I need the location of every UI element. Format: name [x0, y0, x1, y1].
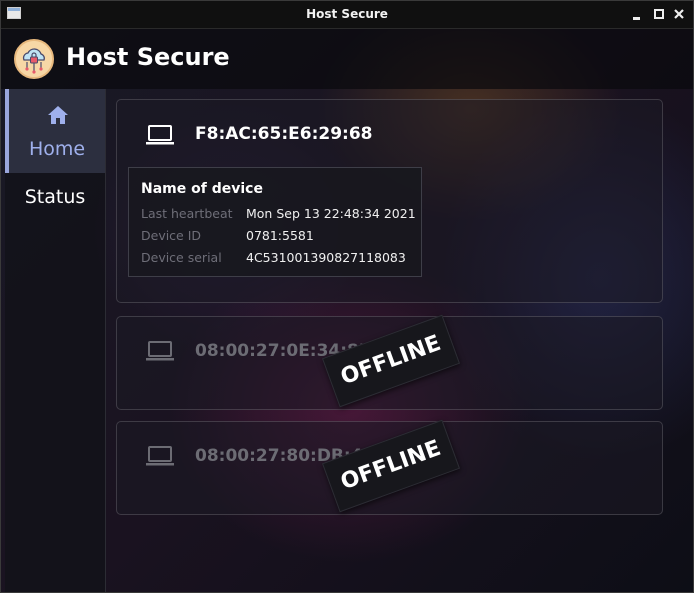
- device-details-tooltip: Name of device Last heartbeat Mon Sep 13…: [128, 167, 422, 277]
- detail-value: 4C531001390827118083: [246, 250, 406, 265]
- close-button[interactable]: [671, 6, 687, 22]
- laptop-icon: [146, 341, 174, 361]
- app-window: Host Secure Host Secure Home Status F8:A…: [0, 0, 694, 593]
- sidebar-item-home[interactable]: Home: [5, 89, 105, 173]
- laptop-icon: [146, 446, 174, 466]
- close-icon: [674, 9, 684, 19]
- app-title: Host Secure: [66, 43, 230, 71]
- sidebar-item-label: Status: [24, 186, 86, 208]
- window-titlebar[interactable]: Host Secure: [1, 1, 693, 29]
- maximize-button[interactable]: [651, 6, 667, 22]
- sidebar-item-label: Home: [28, 138, 86, 160]
- cloud-lock-icon: [14, 39, 54, 79]
- detail-value: 0781:5581: [246, 228, 314, 243]
- main-content: Host Secure Home Status F8:AC:65:E6:29:6…: [1, 29, 693, 592]
- home-icon: [48, 106, 68, 124]
- detail-label: Device ID: [141, 228, 202, 243]
- detail-value: Mon Sep 13 22:48:34 2021: [246, 206, 416, 221]
- detail-label: Device serial: [141, 250, 222, 265]
- minimize-button[interactable]: [629, 6, 645, 22]
- sidebar: Home Status: [5, 89, 106, 592]
- device-card[interactable]: F8:AC:65:E6:29:68 Name of device Last he…: [116, 99, 663, 303]
- app-header: Host Secure: [1, 29, 693, 89]
- device-mac: F8:AC:65:E6:29:68: [195, 124, 373, 144]
- detail-label: Last heartbeat: [141, 206, 233, 221]
- sidebar-item-status[interactable]: Status: [5, 173, 105, 223]
- device-name: Name of device: [141, 181, 263, 197]
- laptop-icon: [146, 125, 174, 145]
- window-title: Host Secure: [306, 7, 388, 21]
